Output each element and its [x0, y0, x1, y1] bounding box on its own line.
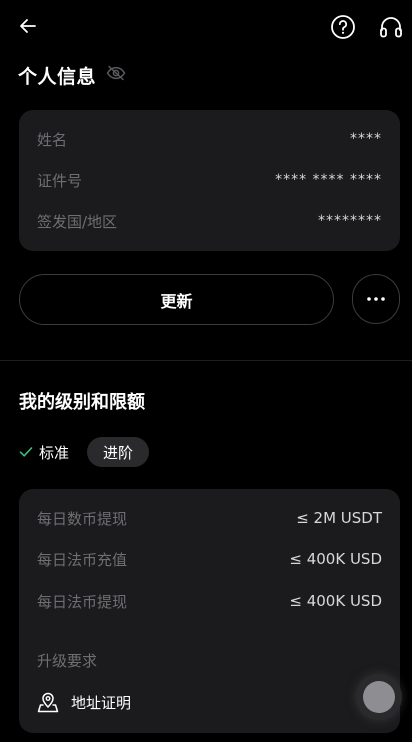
ellipsis-icon — [367, 297, 385, 301]
arrow-left-icon — [20, 19, 36, 33]
requirement-label: 地址证明 — [71, 693, 132, 712]
limit-row-fiat-deposit: 每日法币充值 ≤ 400K USD — [37, 548, 382, 570]
question-circle-icon — [331, 15, 355, 39]
requirements-label: 升级要求 — [37, 652, 98, 670]
check-icon — [19, 447, 33, 457]
eye-off-icon — [106, 65, 126, 81]
info-value: **** **** **** — [275, 172, 382, 188]
floating-assistant-button[interactable] — [356, 674, 402, 720]
limit-row-crypto-withdrawal: 每日数币提现 ≤ 2M USDT — [37, 507, 382, 529]
personal-info-card: 姓名 **** 证件号 **** **** **** 签发国/地区 ******… — [19, 110, 400, 251]
limit-label: 每日法币提现 — [37, 592, 128, 611]
personal-info-title: 个人信息 — [18, 65, 97, 88]
back-button[interactable] — [14, 12, 42, 40]
hide-info-toggle[interactable] — [106, 65, 126, 85]
info-value: **** — [350, 131, 382, 147]
tab-standard-label: 标准 — [39, 443, 70, 462]
levels-title: 我的级别和限额 — [19, 392, 145, 413]
map-pin-icon — [37, 692, 59, 713]
help-button[interactable] — [328, 12, 358, 42]
support-button[interactable] — [376, 12, 406, 42]
limit-value: ≤ 2M USDT — [296, 509, 382, 527]
level-tabs: 标准 进阶 — [19, 437, 150, 467]
section-divider — [0, 360, 412, 361]
floating-button-dot — [363, 681, 395, 713]
requirement-address-proof[interactable]: 地址证明 — [37, 691, 131, 713]
tab-standard[interactable]: 标准 — [19, 442, 69, 463]
limit-row-fiat-withdrawal: 每日法币提现 ≤ 400K USD — [37, 590, 382, 612]
limit-value: ≤ 400K USD — [289, 592, 382, 610]
info-label: 姓名 — [37, 130, 68, 149]
tab-advanced[interactable]: 进阶 — [87, 437, 150, 467]
limit-label: 每日数币提现 — [37, 509, 128, 528]
info-row-name: 姓名 **** — [37, 128, 382, 150]
limits-card: 每日数币提现 ≤ 2M USDT 每日法币充值 ≤ 400K USD 每日法币提… — [19, 489, 400, 733]
top-bar — [0, 0, 412, 56]
update-button[interactable]: 更新 — [19, 274, 334, 325]
headset-icon — [380, 17, 402, 38]
info-label: 证件号 — [37, 171, 83, 190]
info-row-issuing-country: 签发国/地区 ******** — [37, 210, 382, 232]
limit-label: 每日法币充值 — [37, 550, 128, 569]
info-label: 签发国/地区 — [37, 212, 118, 231]
limit-value: ≤ 400K USD — [289, 550, 382, 568]
info-row-id-number: 证件号 **** **** **** — [37, 169, 382, 191]
more-options-button[interactable] — [352, 274, 400, 324]
personal-info-header: 个人信息 — [18, 60, 126, 90]
info-value: ******** — [318, 213, 382, 229]
